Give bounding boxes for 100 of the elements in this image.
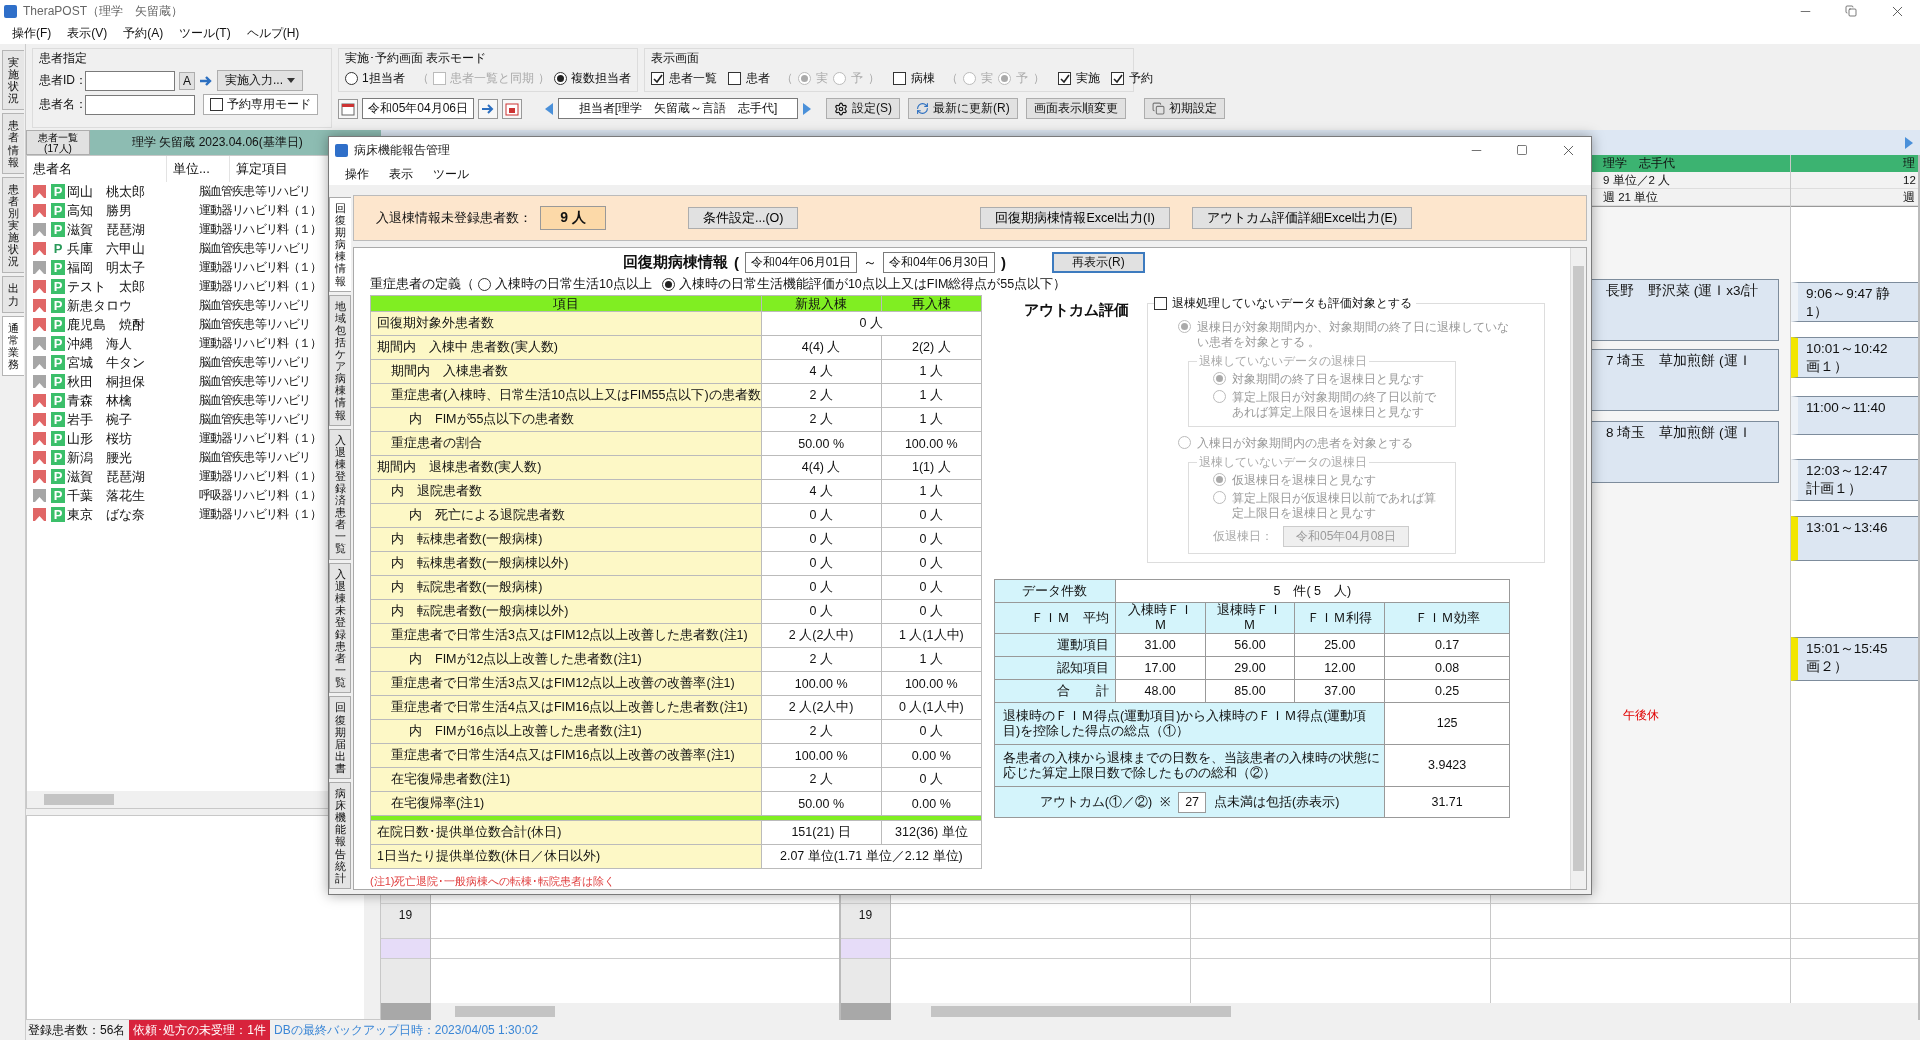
billing-item: 運動器リハビリ料（１）: [199, 335, 322, 352]
paren-text: （: [416, 70, 429, 87]
checkbox[interactable]: [210, 98, 223, 111]
checkbox[interactable]: [893, 72, 906, 85]
date-field[interactable]: 令和05年04月06日: [362, 98, 475, 119]
type-letter: P: [51, 298, 65, 313]
appointment-block[interactable]: 11:00～11:40: [1791, 396, 1918, 435]
patient-name[interactable]: 岡山 桃太郎: [65, 182, 199, 201]
next-icon[interactable]: [1904, 135, 1914, 150]
toggle-box[interactable]: 予約専用モード: [203, 94, 318, 115]
threshold-field[interactable]: 27: [1178, 791, 1207, 813]
vertical-tab[interactable]: 患者情報: [2, 113, 24, 174]
type-letter: P: [51, 317, 65, 332]
staff-field[interactable]: 担当者[理学 矢留蔵～言語 志手代]: [558, 98, 799, 119]
menu-item[interactable]: ツール: [425, 165, 477, 183]
menu-item[interactable]: ツール(T): [171, 24, 239, 42]
vertical-tab[interactable]: 通常業務: [2, 315, 24, 376]
radio-button[interactable]: [963, 72, 976, 85]
vertical-tab[interactable]: 入退棟未登録患者一覧: [329, 562, 351, 694]
patient-name[interactable]: 秋田 桐担保: [65, 372, 199, 391]
small-button[interactable]: A: [179, 71, 195, 90]
menu-item[interactable]: 操作: [337, 165, 377, 183]
checkbox[interactable]: [728, 72, 741, 85]
radio-button[interactable]: [478, 277, 491, 291]
radio-button[interactable]: [553, 72, 567, 85]
horizontal-scrollbar[interactable]: [381, 1003, 839, 1020]
input-field[interactable]: [85, 94, 195, 115]
toolbar-button[interactable]: 画面表示順変更: [1025, 98, 1126, 119]
patient-name[interactable]: 滋賀 琵琶湖: [65, 467, 199, 486]
field-label: 患者名：: [39, 96, 81, 113]
row-header: 期間内 入棟患者数: [370, 359, 762, 384]
appointment-block[interactable]: 12:03～12:47 計画１）: [1791, 459, 1918, 501]
appointment-block[interactable]: 13:01～13:46: [1791, 516, 1918, 561]
vertical-tab[interactable]: 入退棟登録済患者一覧: [329, 428, 351, 560]
toolbar-button[interactable]: 初期設定: [1143, 98, 1225, 119]
refresh-button[interactable]: 再表示(R): [1052, 252, 1145, 274]
vertical-tab[interactable]: 地域包括ケア病棟情報: [329, 294, 351, 426]
next-icon[interactable]: [802, 101, 813, 116]
patient-name[interactable]: 鹿児島 焼酎: [65, 315, 199, 334]
radio-button[interactable]: [661, 277, 675, 291]
menu-item[interactable]: 表示: [381, 165, 421, 183]
menu-item[interactable]: 表示(V): [59, 24, 116, 42]
radio-button[interactable]: [345, 72, 358, 85]
patient-name[interactable]: 兵庫 六甲山: [65, 239, 199, 258]
patient-name[interactable]: 青森 林檎: [65, 391, 199, 410]
calendar-icon[interactable]: [502, 98, 523, 119]
date-field[interactable]: 令和04年06月01日: [745, 252, 858, 274]
maximize-icon[interactable]: [1516, 144, 1528, 156]
horizontal-scrollbar[interactable]: [841, 1003, 1918, 1020]
toolbar-button[interactable]: 設定(S): [826, 98, 901, 119]
appointment-block[interactable]: 10:01～10:42 画１）: [1791, 337, 1918, 378]
menu-item[interactable]: ヘルプ(H): [238, 24, 308, 42]
patient-name[interactable]: 滋賀 琵琶湖: [65, 220, 199, 239]
vertical-tab[interactable]: 実施状況: [2, 50, 24, 111]
arrow-icon[interactable]: [199, 74, 213, 87]
export-button[interactable]: アウトカム評価詳細Excel出力(E): [1191, 207, 1413, 229]
patient-name[interactable]: 東京 ばな奈: [65, 505, 199, 524]
restore-icon[interactable]: [1845, 5, 1857, 17]
patient-name[interactable]: 岩手 椀子: [65, 410, 199, 429]
toolbar-button[interactable]: 最新に更新(R): [908, 98, 1018, 119]
patient-name[interactable]: 沖縄 海人: [65, 334, 199, 353]
radio-button[interactable]: [798, 72, 811, 85]
checkbox[interactable]: [1111, 72, 1124, 85]
patient-name[interactable]: 高知 勝男: [65, 201, 199, 220]
radio-label: 対象期間の終了日を退棟日と見なす: [1232, 372, 1425, 387]
date-field[interactable]: 令和04年06月30日: [883, 252, 996, 274]
vertical-tab[interactable]: 回復期病棟情報: [329, 197, 351, 292]
export-button[interactable]: 回復期病棟情報Excel出力(I): [980, 207, 1170, 229]
vertical-scrollbar[interactable]: [1570, 248, 1586, 889]
checkbox[interactable]: [651, 72, 664, 85]
vertical-tab[interactable]: 回復期届出書: [329, 696, 351, 780]
previous-icon[interactable]: [544, 101, 555, 116]
radio-button[interactable]: [833, 72, 846, 85]
paren-text: ）: [1033, 70, 1045, 87]
vertical-tab[interactable]: 病床機能報告統計: [329, 782, 351, 889]
vertical-tab[interactable]: 患者別実施状況: [2, 176, 24, 274]
menu-item[interactable]: 操作(F): [4, 24, 60, 42]
calendar-icon[interactable]: [338, 98, 358, 119]
dropdown-button[interactable]: 実施入力...: [217, 70, 304, 91]
menu-item[interactable]: 予約(A): [115, 24, 172, 42]
radio-button[interactable]: [998, 72, 1011, 85]
patient-name[interactable]: 福岡 明太子: [65, 258, 199, 277]
input-field[interactable]: [85, 70, 175, 91]
patient-name[interactable]: 新潟 腰光: [65, 448, 199, 467]
checkbox[interactable]: [1058, 72, 1071, 85]
patient-name[interactable]: 宮城 牛タン: [65, 353, 199, 372]
settings-button[interactable]: 条件設定...(O): [688, 207, 799, 229]
appointment-block[interactable]: 9:06～9:47 静 1）: [1791, 282, 1918, 322]
row-label: 点未満は包括(赤表示): [1214, 794, 1340, 810]
type-letter: P: [51, 469, 65, 484]
patient-name[interactable]: 山形 桜坊: [65, 429, 199, 448]
appointment-block[interactable]: 15:01～15:45 画２）: [1791, 637, 1918, 681]
vertical-tab[interactable]: 出力: [2, 276, 24, 313]
patient-name[interactable]: 千葉 落花生: [65, 486, 199, 505]
patient-name[interactable]: テスト 太郎: [65, 277, 199, 296]
patient-name[interactable]: 新患タロウ: [65, 296, 199, 315]
patient-list-button[interactable]: 患者一覧 (17人): [26, 130, 90, 155]
column-header[interactable]: 単位...: [167, 156, 230, 182]
column-header[interactable]: 患者名: [27, 156, 167, 182]
window-title: TheraPOST（理学 矢留蔵）: [23, 2, 184, 20]
